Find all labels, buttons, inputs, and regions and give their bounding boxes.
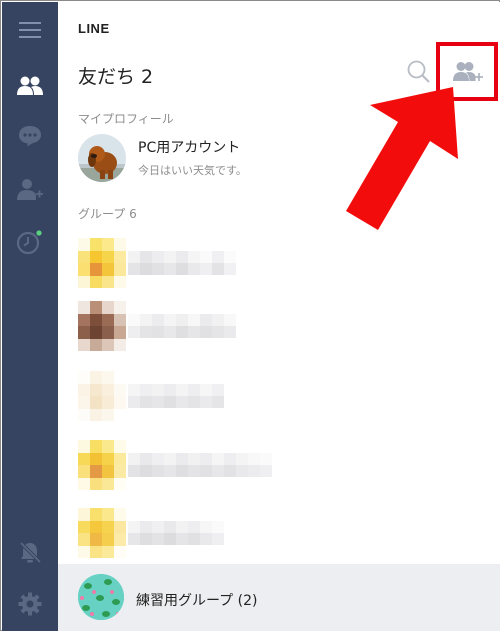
menu-icon bbox=[19, 22, 41, 38]
sidebar-item-friends[interactable] bbox=[2, 64, 58, 108]
group-name-redacted bbox=[128, 384, 224, 408]
group-avatar bbox=[78, 238, 126, 288]
group-name-redacted bbox=[128, 453, 272, 477]
sidebar-item-timeline[interactable] bbox=[2, 220, 58, 264]
selected-group-name: 練習用グループ (2) bbox=[136, 593, 258, 609]
pointer-arrow-icon bbox=[346, 87, 458, 230]
search-button[interactable] bbox=[406, 59, 432, 85]
friends-icon bbox=[17, 76, 43, 95]
sidebar-item-chats[interactable] bbox=[2, 114, 58, 158]
online-dot bbox=[36, 230, 42, 236]
window-frame: LINE 友だち 2 マイプロフィール PC用アカウント 今日はいい天気です。 … bbox=[0, 0, 500, 631]
notification-toggle[interactable] bbox=[2, 530, 58, 574]
frog-pattern-icon bbox=[78, 574, 124, 620]
profile-avatar bbox=[78, 134, 126, 182]
app-name: LINE bbox=[78, 21, 110, 36]
sidebar bbox=[2, 2, 58, 631]
gear-icon bbox=[18, 592, 42, 616]
sidebar-item-add-friends[interactable] bbox=[2, 168, 58, 212]
group-avatar bbox=[78, 508, 126, 558]
group-list-item[interactable] bbox=[78, 508, 478, 558]
group-avatar bbox=[78, 371, 126, 421]
search-icon bbox=[407, 60, 430, 83]
group-avatar bbox=[78, 301, 126, 351]
dog-photo-icon bbox=[78, 134, 126, 182]
notification-off-icon bbox=[19, 541, 42, 564]
selected-group-bar[interactable]: 練習用グループ (2) bbox=[58, 564, 500, 631]
group-list-item[interactable] bbox=[78, 440, 478, 490]
section-label-my-profile: マイプロフィール bbox=[78, 112, 174, 126]
group-name-redacted bbox=[128, 314, 236, 338]
settings-button[interactable] bbox=[2, 582, 58, 626]
menu-button[interactable] bbox=[2, 8, 58, 52]
group-avatar bbox=[78, 574, 124, 620]
profile-status-message: 今日はいい天気です。 bbox=[138, 164, 247, 177]
section-label-groups: グループ 6 bbox=[78, 207, 137, 221]
timeline-icon bbox=[16, 230, 42, 255]
group-name-redacted bbox=[128, 521, 224, 545]
page-title: 友だち 2 bbox=[78, 66, 154, 88]
group-avatar bbox=[78, 440, 126, 490]
group-list-item[interactable] bbox=[78, 371, 478, 421]
group-list-item[interactable] bbox=[78, 301, 478, 351]
chat-icon bbox=[19, 126, 41, 147]
group-name-redacted bbox=[128, 251, 236, 275]
profile-name: PC用アカウント bbox=[138, 140, 241, 156]
add-friend-icon bbox=[17, 179, 43, 200]
